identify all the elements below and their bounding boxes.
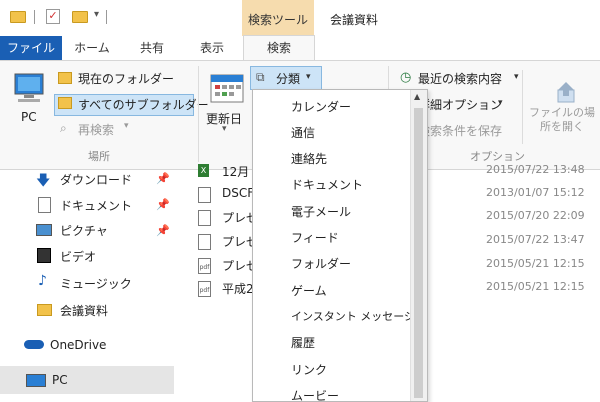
file-date: 2013/01/07 15:12 [486, 186, 585, 199]
open-location-button[interactable]: ファイルの場所を開く [526, 106, 598, 134]
documents-icon [38, 197, 51, 213]
nav-item-music[interactable]: ミュージック [60, 275, 132, 292]
ribbon-tab-row: ファイル ホーム 共有 表示 検索 [0, 35, 600, 62]
properties-icon[interactable]: ✓ [46, 9, 60, 24]
chevron-down-icon: ▾ [306, 72, 311, 82]
music-icon: ♪ [38, 273, 47, 289]
tab-view[interactable]: 表示 [186, 36, 238, 60]
file-date: 2015/07/22 13:47 [486, 233, 585, 246]
chevron-down-icon: ▾ [514, 72, 519, 82]
tab-share[interactable]: 共有 [126, 36, 178, 60]
pin-icon: 📌 [156, 198, 170, 211]
pc-button[interactable] [12, 72, 46, 111]
search-icon: ⌕ [60, 121, 67, 135]
menu-item-feed[interactable]: フィード [291, 229, 339, 246]
nav-item-meeting-materials[interactable]: 会議資料 [60, 302, 108, 319]
chevron-down-icon: ▾ [498, 98, 503, 108]
pdf-icon: pdf [198, 281, 211, 297]
folder-icon [37, 304, 52, 316]
all-subfolders-label: すべてのサブフォルダー [78, 98, 209, 112]
chevron-down-icon: ▾ [124, 121, 129, 131]
kind-dropdown-menu: カレンダー 通信 連絡先 ドキュメント 電子メール フィード フォルダー ゲーム… [252, 89, 428, 402]
pc-icon [26, 374, 46, 387]
history-icon: ◷ [400, 70, 412, 85]
kind-icon: ⧉ [256, 70, 265, 84]
menu-scrollbar[interactable]: ▲ [410, 90, 427, 401]
location-group-label: 場所 [88, 150, 110, 163]
file-date: 2015/07/22 13:48 [486, 163, 585, 176]
tab-search[interactable]: 検索 [243, 35, 315, 62]
recent-searches-button[interactable]: 最近の検索内容 [418, 70, 502, 87]
quick-access-dropdown-icon[interactable]: ▾ [94, 9, 99, 20]
save-search-button[interactable]: 検索条件を保存 [418, 122, 502, 139]
separator [106, 10, 107, 24]
tab-home[interactable]: ホーム [66, 36, 118, 60]
separator [34, 10, 35, 24]
search-tools-context-header: 検索ツール [242, 0, 314, 36]
file-date: 2015/05/21 12:15 [486, 280, 585, 293]
menu-item-email[interactable]: 電子メール [291, 203, 351, 220]
group-separator [522, 70, 523, 144]
pin-icon: 📌 [156, 224, 170, 237]
chevron-down-icon: ▾ [222, 124, 227, 134]
tab-file[interactable]: ファイル [0, 36, 62, 60]
menu-item-calendar[interactable]: カレンダー [291, 98, 351, 115]
file-name: DSCF [222, 186, 255, 200]
document-icon [198, 210, 211, 226]
menu-item-contacts[interactable]: 連絡先 [291, 150, 327, 167]
advanced-options-button[interactable]: 詳細オプション [418, 96, 502, 113]
scroll-up-icon[interactable]: ▲ [414, 92, 420, 101]
file-date: 2015/05/21 12:15 [486, 257, 585, 270]
kind-label: 分類 [276, 72, 301, 86]
menu-item-game[interactable]: ゲーム [291, 282, 327, 299]
image-icon [198, 187, 211, 203]
menu-item-link[interactable]: リンク [291, 361, 327, 378]
subfolder-icon [58, 97, 72, 109]
folder-icon [58, 72, 72, 84]
scrollbar-thumb[interactable] [414, 108, 423, 398]
pc-icon [14, 73, 44, 102]
context-group-label: 検索ツール [247, 13, 308, 27]
calendar-icon [210, 74, 244, 107]
nav-item-pictures[interactable]: ピクチャ [60, 222, 108, 239]
document-icon [198, 234, 211, 250]
nav-item-documents[interactable]: ドキュメント [60, 197, 132, 214]
menu-item-folder[interactable]: フォルダー [291, 255, 351, 272]
pin-icon: 📌 [156, 172, 170, 185]
video-icon [37, 248, 51, 263]
menu-item-communications[interactable]: 通信 [291, 124, 315, 141]
group-separator [198, 66, 199, 162]
nav-item-downloads[interactable]: ダウンロード [60, 171, 132, 188]
file-name: 12月 [222, 165, 250, 179]
pc-label: PC [21, 110, 37, 124]
file-name: 平成2 [222, 282, 254, 296]
pdf-icon: pdf [198, 258, 211, 274]
options-group-label: オプション [470, 150, 525, 163]
open-location-icon [554, 80, 578, 107]
menu-item-history[interactable]: 履歴 [291, 334, 315, 351]
onedrive-icon [24, 340, 44, 349]
menu-item-instant-message[interactable]: インスタント メッセージ [291, 308, 415, 324]
nav-item-pc[interactable]: PC [52, 373, 68, 387]
nav-item-onedrive[interactable]: OneDrive [50, 338, 106, 352]
file-date: 2015/07/20 22:09 [486, 209, 585, 222]
folder-icon [10, 11, 26, 23]
search-again-button[interactable]: 再検索 [78, 121, 114, 138]
excel-icon: X [198, 164, 209, 177]
current-folder-button[interactable]: 現在のフォルダー [78, 70, 174, 87]
nav-item-videos[interactable]: ビデオ [60, 248, 96, 265]
window-title: 会議資料 [330, 13, 379, 27]
new-folder-icon[interactable] [72, 11, 88, 23]
menu-item-document[interactable]: ドキュメント [291, 176, 363, 193]
download-icon: 🡇 [36, 173, 51, 189]
pictures-icon [36, 224, 52, 236]
